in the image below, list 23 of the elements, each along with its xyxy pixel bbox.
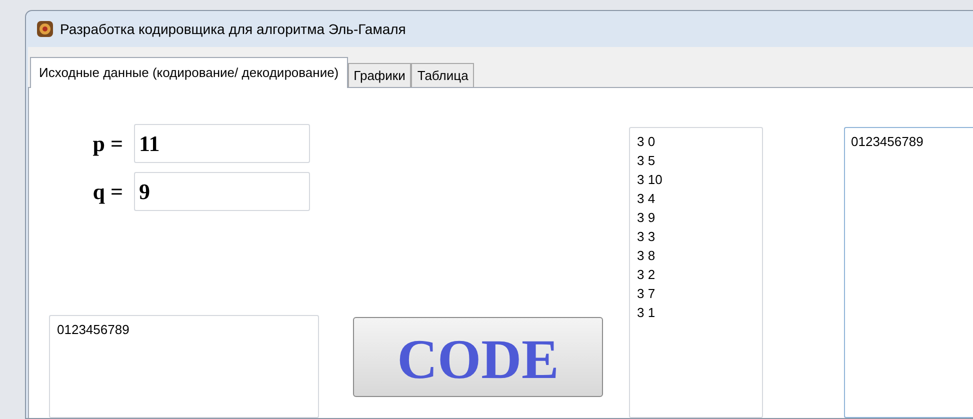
- tab[interactable]: Графики: [348, 63, 412, 87]
- tab[interactable]: Таблица: [411, 63, 474, 87]
- tab[interactable]: Исходные данные (кодирование/ декодирование): [30, 57, 348, 88]
- input-text-field[interactable]: 0123456789: [49, 315, 319, 418]
- parameter-field[interactable]: 9: [134, 172, 310, 211]
- list-item[interactable]: 3 0: [637, 132, 755, 151]
- list-item[interactable]: 3 7: [637, 284, 755, 303]
- list-item[interactable]: 3 5: [637, 151, 755, 170]
- list-item[interactable]: 3 2: [637, 265, 755, 284]
- list-item[interactable]: 3 4: [637, 189, 755, 208]
- list-item[interactable]: 3 1: [637, 303, 755, 322]
- output-text-field[interactable]: 0123456789: [844, 127, 973, 418]
- parameter-field[interactable]: 11: [134, 124, 310, 163]
- code-button[interactable]: CODE: [353, 317, 603, 397]
- app-icon: [36, 20, 54, 38]
- list-item[interactable]: 3 9: [637, 208, 755, 227]
- list-item[interactable]: 3 10: [637, 170, 755, 189]
- parameter-label: p =: [92, 130, 124, 158]
- cipher-list[interactable]: 3 0 3 5 3 10 3 4 3 9 3 3 3 8 3 2 3 7 3 1: [629, 127, 763, 418]
- list-item[interactable]: 3 8: [637, 246, 755, 265]
- parameter-label: q =: [92, 178, 124, 206]
- window-title: Разработка кодировщика для алгоритма Эль-Гамаля: [60, 20, 406, 39]
- list-item[interactable]: 3 3: [637, 227, 755, 246]
